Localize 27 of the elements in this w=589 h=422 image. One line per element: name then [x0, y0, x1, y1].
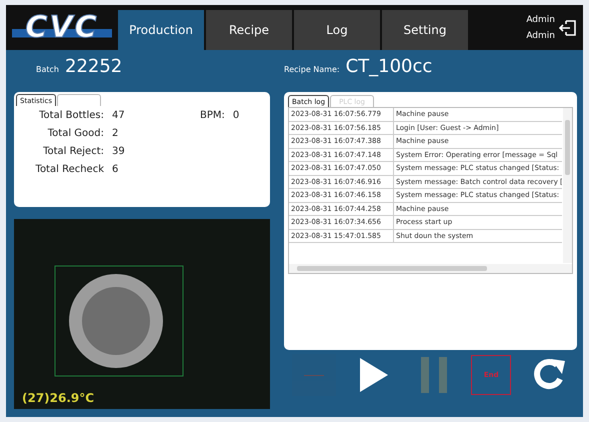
- nav-tab[interactable]: Log: [294, 10, 380, 50]
- horizontal-scrollbar[interactable]: [289, 264, 572, 273]
- stat-label: Total Good:: [46, 128, 104, 139]
- pause-icon: [420, 357, 448, 393]
- stat-label: Total Reject:: [42, 146, 104, 157]
- stat-label: Total Bottles:: [38, 110, 104, 121]
- stat-value: 6: [112, 164, 120, 175]
- logout-icon[interactable]: [559, 18, 577, 36]
- nav-tab[interactable]: Production: [118, 10, 204, 50]
- stat-value: 47: [112, 110, 126, 121]
- user-name: Admin: [526, 14, 555, 24]
- panel-tab[interactable]: [57, 94, 101, 106]
- user-role: Admin: [526, 30, 555, 40]
- recipe-label: Recipe Name:: [284, 65, 340, 74]
- recipe-name: CT_100cc: [346, 56, 432, 77]
- stat-label: Total Recheck: [34, 164, 104, 175]
- stat-value: 2: [112, 128, 120, 139]
- nav-tab[interactable]: Recipe: [206, 10, 292, 50]
- batch-label: Batch: [36, 65, 59, 74]
- nav-tab[interactable]: Setting: [382, 10, 468, 50]
- batch-number: 22252: [65, 56, 122, 77]
- vertical-scrollbar[interactable]: [563, 108, 572, 263]
- temperature-reading: (27)26.9°C: [22, 391, 96, 405]
- stat-value: 39: [112, 146, 126, 157]
- play-icon: [358, 357, 389, 393]
- bpm-label: BPM:: [200, 110, 225, 121]
- bpm-value: 0: [232, 110, 240, 121]
